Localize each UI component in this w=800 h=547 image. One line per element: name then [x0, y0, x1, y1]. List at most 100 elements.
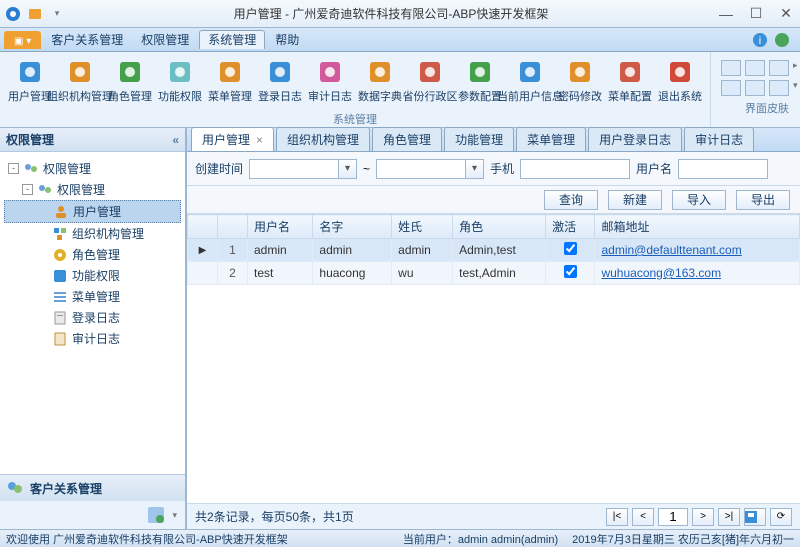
pager-refresh-icon[interactable]: ⟳	[770, 508, 792, 526]
help-icon[interactable]: i	[752, 32, 768, 48]
collapse-icon[interactable]: «	[172, 133, 179, 147]
username-input[interactable]	[678, 159, 768, 179]
user-icon	[53, 204, 69, 220]
created-to-input[interactable]	[376, 159, 466, 179]
ribbon-item-10[interactable]: 当前用户信息	[506, 56, 554, 111]
minimize-button[interactable]: —	[716, 6, 736, 22]
table-row[interactable]: ▶1adminadminadminAdmin,testadmin@default…	[188, 239, 800, 262]
menu-tab-2[interactable]: 系统管理	[199, 30, 265, 49]
menu-tab-0[interactable]: 客户关系管理	[43, 31, 131, 49]
query-button[interactable]: 查询	[544, 190, 598, 210]
ribbon-item-1[interactable]: 组织机构管理	[56, 56, 104, 111]
doc-tab-1[interactable]: 组织机构管理	[276, 127, 370, 151]
tree-node-3[interactable]: 组织机构管理	[4, 223, 181, 244]
status-user: 当前用户：admin admin(admin)	[403, 531, 558, 547]
ribbon-item-8[interactable]: 省份行政区	[406, 56, 454, 111]
ribbon-icon	[366, 58, 394, 86]
ribbon-item-5[interactable]: 登录日志	[256, 56, 304, 111]
ribbon-item-12[interactable]: 菜单配置	[606, 56, 654, 111]
close-tab-icon[interactable]: ×	[256, 133, 263, 147]
column-header[interactable]: 邮箱地址	[595, 215, 800, 239]
data-grid[interactable]: 用户名名字姓氏角色激活邮箱地址▶1adminadminadminAdmin,te…	[187, 214, 800, 503]
tree-node-4[interactable]: 角色管理	[4, 244, 181, 265]
label-created: 创建时间	[195, 160, 243, 177]
about-icon[interactable]	[774, 32, 790, 48]
email-link[interactable]: admin@defaulttenant.com	[601, 243, 741, 257]
sidebar-footer-link[interactable]: 客户关系管理	[0, 475, 185, 501]
doc-tab-3[interactable]: 功能管理	[444, 127, 514, 151]
label-username: 用户名	[636, 160, 672, 177]
ribbon-icon	[116, 58, 144, 86]
ribbon-icon	[166, 58, 194, 86]
pager: 共2条记录，每页50条，共1页 |< < > >| ⟳	[187, 503, 800, 529]
ribbon-item-4[interactable]: 菜单管理	[206, 56, 254, 111]
pager-first-button[interactable]: |<	[606, 508, 628, 526]
ribbon-item-7[interactable]: 数据字典	[356, 56, 404, 111]
document-tabs: 用户管理×组织机构管理角色管理功能管理菜单管理用户登录日志审计日志	[187, 128, 800, 152]
doc-tab-0[interactable]: 用户管理×	[191, 127, 274, 151]
status-welcome: 欢迎使用 广州爱奇迪软件科技有限公司-ABP快速开发框架	[6, 531, 288, 547]
pager-page-input[interactable]	[658, 508, 688, 526]
doc-tab-2[interactable]: 角色管理	[372, 127, 442, 151]
column-header[interactable]: 角色	[453, 215, 546, 239]
footer-options-icon[interactable]: ▾	[172, 510, 177, 521]
qat-icon[interactable]	[26, 5, 44, 23]
pager-save-icon[interactable]	[744, 508, 766, 526]
skin-chooser[interactable]: ▸ ▾	[717, 56, 800, 100]
ribbon-item-2[interactable]: 角色管理	[106, 56, 154, 111]
maximize-button[interactable]: ☐	[746, 6, 766, 22]
created-from-input[interactable]	[249, 159, 339, 179]
new-button[interactable]: 新建	[608, 190, 662, 210]
active-checkbox[interactable]	[564, 242, 577, 255]
close-button[interactable]: ✕	[776, 6, 796, 22]
export-button[interactable]: 导出	[736, 190, 790, 210]
date-picker-icon[interactable]: ▾	[466, 159, 484, 179]
tree-node-8[interactable]: 审计日志	[4, 328, 181, 349]
ribbon-item-13[interactable]: 退出系统	[656, 56, 704, 111]
column-header[interactable]: 激活	[546, 215, 595, 239]
menu-tab-3[interactable]: 帮助	[267, 31, 307, 49]
column-header[interactable]: 名字	[313, 215, 392, 239]
pager-last-button[interactable]: >|	[718, 508, 740, 526]
doc-tab-4[interactable]: 菜单管理	[516, 127, 586, 151]
tree-node-7[interactable]: 登录日志	[4, 307, 181, 328]
qat-dropdown-icon[interactable]: ▾	[48, 5, 66, 23]
ribbon-item-6[interactable]: 审计日志	[306, 56, 354, 111]
ribbon-group-label-skin: 界面皮肤	[717, 100, 800, 114]
expander-icon[interactable]: -	[8, 163, 19, 174]
ribbon-icon	[266, 58, 294, 86]
active-checkbox[interactable]	[564, 265, 577, 278]
column-header[interactable]: 用户名	[248, 215, 313, 239]
doc-tab-5[interactable]: 用户登录日志	[588, 127, 682, 151]
filter-bar: 创建时间 ▾ ~ ▾ 手机 用户名	[187, 152, 800, 186]
ribbon-item-3[interactable]: 功能权限	[156, 56, 204, 111]
email-link[interactable]: wuhuacong@163.com	[601, 266, 721, 280]
audit-icon	[52, 331, 68, 347]
ribbon-icon	[566, 58, 594, 86]
tree-node-0[interactable]: -权限管理	[4, 158, 181, 179]
file-menu-button[interactable]: ▣ ▾	[4, 31, 41, 49]
tree-node-6[interactable]: 菜单管理	[4, 286, 181, 307]
titlebar: ▾ 用户管理 - 广州爱奇迪软件科技有限公司-ABP快速开发框架 — ☐ ✕	[0, 0, 800, 28]
ribbon-item-11[interactable]: 密码修改	[556, 56, 604, 111]
phone-input[interactable]	[520, 159, 630, 179]
ribbon-icon	[666, 58, 694, 86]
window-title: 用户管理 - 广州爱奇迪软件科技有限公司-ABP快速开发框架	[66, 5, 716, 22]
table-row[interactable]: 2testhuacongwutest,Adminwuhuacong@163.co…	[188, 262, 800, 285]
date-picker-icon[interactable]: ▾	[339, 159, 357, 179]
pager-prev-button[interactable]: <	[632, 508, 654, 526]
main-area: 用户管理×组织机构管理角色管理功能管理菜单管理用户登录日志审计日志 创建时间 ▾…	[186, 128, 800, 529]
expander-icon[interactable]: -	[22, 184, 33, 195]
menu-tab-1[interactable]: 权限管理	[133, 31, 197, 49]
app-icon	[4, 5, 22, 23]
group-icon	[37, 182, 53, 198]
tree-node-1[interactable]: -权限管理	[4, 179, 181, 200]
tree-node-2[interactable]: 用户管理	[4, 200, 181, 223]
tree-node-5[interactable]: 功能权限	[4, 265, 181, 286]
import-button[interactable]: 导入	[672, 190, 726, 210]
org-icon	[52, 226, 68, 242]
doc-tab-6[interactable]: 审计日志	[684, 127, 754, 151]
pager-next-button[interactable]: >	[692, 508, 714, 526]
column-header[interactable]: 姓氏	[392, 215, 453, 239]
footer-settings-icon[interactable]	[146, 505, 166, 525]
